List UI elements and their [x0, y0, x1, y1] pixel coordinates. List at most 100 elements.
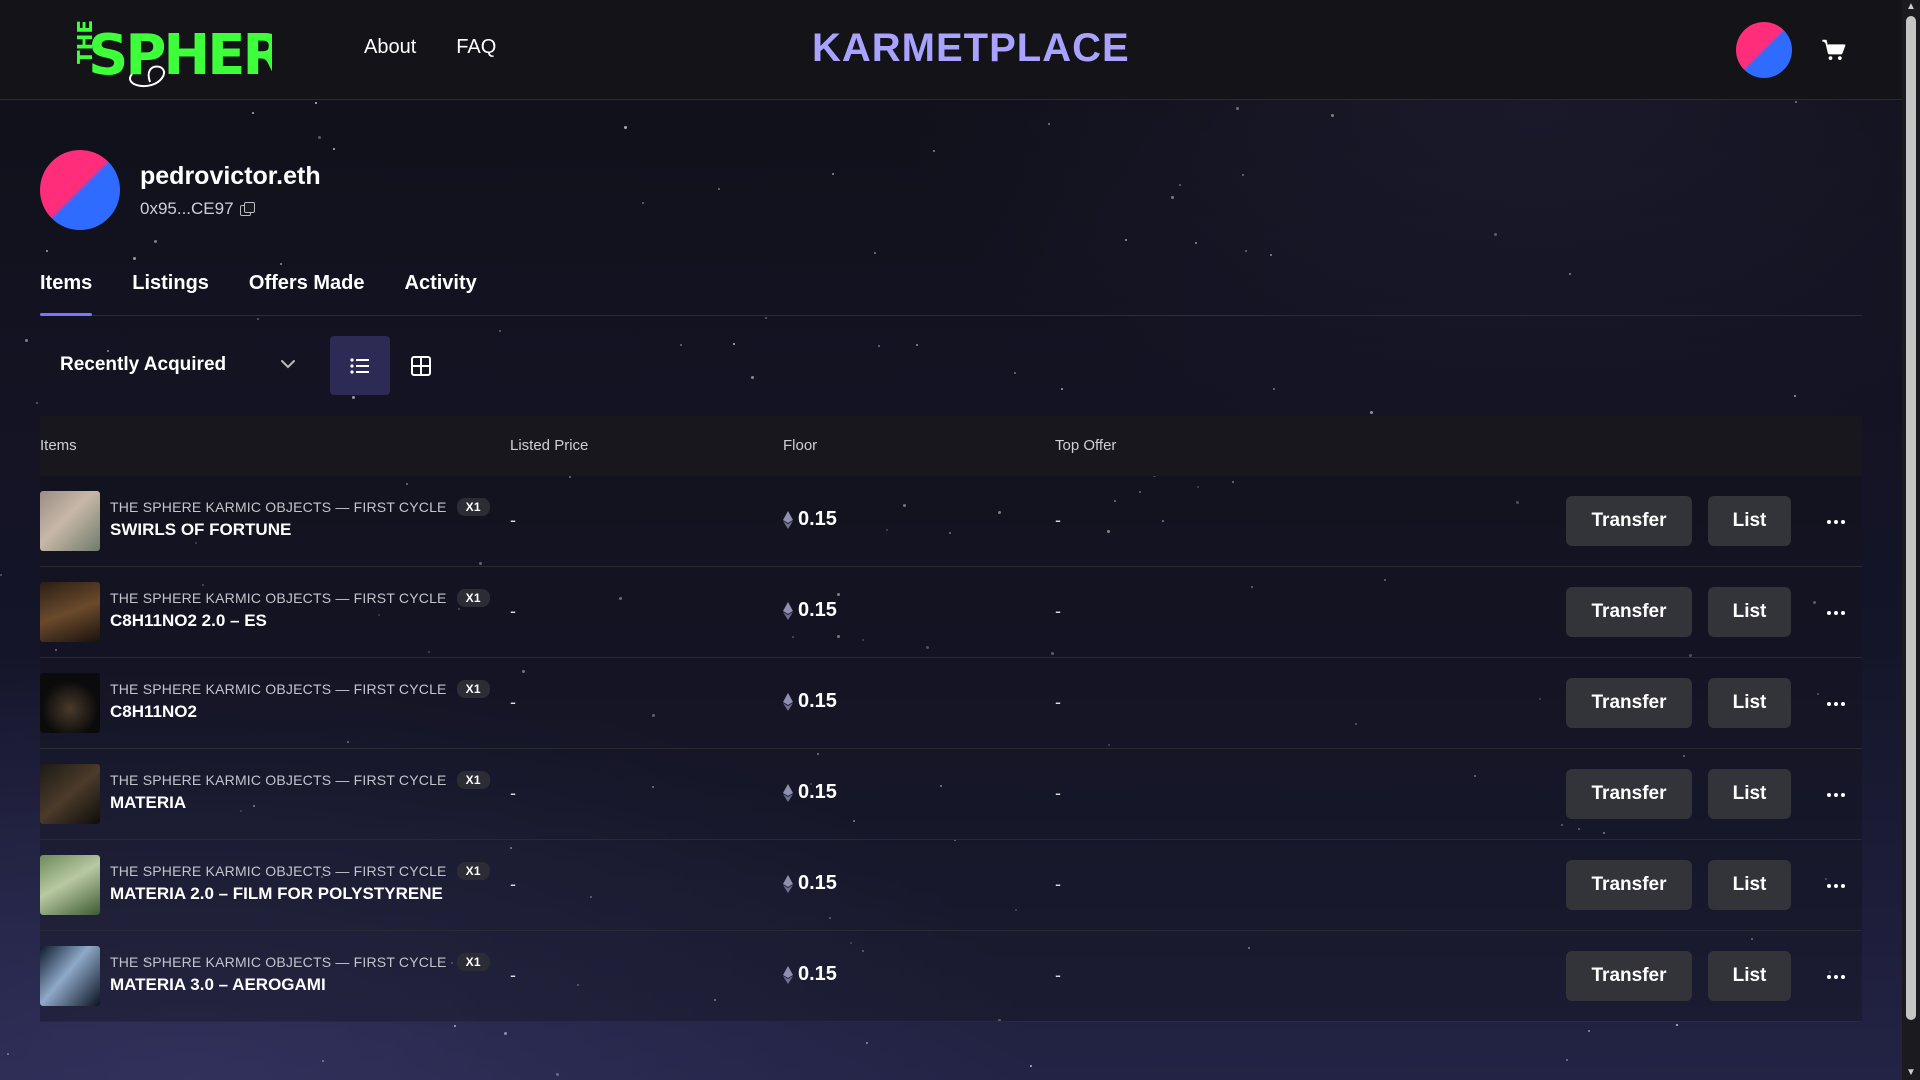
item-thumbnail[interactable] — [40, 673, 100, 733]
item-collection-name: THE SPHERE KARMIC OBJECTS — FIRST CYCLE — [110, 681, 447, 697]
list-button[interactable]: List — [1708, 769, 1791, 819]
item-collection: THE SPHERE KARMIC OBJECTS — FIRST CYCLE … — [110, 498, 490, 516]
wallet-address[interactable]: 0x95...CE97 — [140, 199, 321, 219]
profile-tabs: Items Listings Offers Made Activity — [40, 270, 1862, 316]
list-button[interactable]: List — [1708, 860, 1791, 910]
item-floor-value: 0.15 — [798, 508, 837, 530]
item-listed-price: - — [510, 874, 516, 894]
more-dots-icon[interactable] — [1824, 783, 1848, 807]
scroll-down-arrow-icon[interactable]: ▼ — [1906, 1068, 1916, 1078]
item-listed-price: - — [510, 783, 516, 803]
nav-about-link[interactable]: About — [364, 36, 416, 59]
sort-dropdown[interactable]: Recently Acquired — [40, 336, 310, 394]
transfer-button[interactable]: Transfer — [1566, 860, 1692, 910]
item-floor-price: 0.15 — [783, 781, 837, 804]
ethereum-icon — [783, 601, 793, 620]
item-quantity-badge: x1 — [456, 862, 490, 880]
table-row[interactable]: THE SPHERE KARMIC OBJECTS — FIRST CYCLE … — [40, 840, 1862, 931]
ethereum-icon — [783, 510, 793, 529]
item-top-offer: - — [1055, 601, 1061, 621]
item-title[interactable]: C8H11NO2 2.0 – ES — [110, 611, 267, 631]
table-row[interactable]: THE SPHERE KARMIC OBJECTS — FIRST CYCLE … — [40, 567, 1862, 658]
page-scrollbar[interactable]: ▲ ▼ — [1902, 0, 1920, 1080]
item-quantity-badge: x1 — [456, 680, 490, 698]
profile-name: pedrovictor.eth — [140, 161, 321, 190]
transfer-button[interactable]: Transfer — [1566, 587, 1692, 637]
item-collection: THE SPHERE KARMIC OBJECTS — FIRST CYCLE … — [110, 771, 490, 789]
scrollbar-thumb[interactable] — [1906, 16, 1916, 1020]
table-row[interactable]: THE SPHERE KARMIC OBJECTS — FIRST CYCLE … — [40, 476, 1862, 567]
more-dots-icon[interactable] — [1824, 874, 1848, 898]
item-quantity-badge: x1 — [456, 498, 490, 516]
item-thumbnail[interactable] — [40, 855, 100, 915]
nav-faq-link[interactable]: FAQ — [456, 36, 496, 59]
shopping-cart-icon[interactable] — [1820, 36, 1848, 64]
item-listed-price: - — [510, 965, 516, 985]
top-nav: About FAQ — [364, 36, 496, 59]
more-dots-icon[interactable] — [1824, 601, 1848, 625]
scroll-up-arrow-icon[interactable]: ▲ — [1906, 2, 1916, 12]
column-header-top-offer: Top Offer — [1055, 437, 1117, 454]
item-floor-price: 0.15 — [783, 963, 837, 986]
transfer-button[interactable]: Transfer — [1566, 769, 1692, 819]
item-thumbnail[interactable] — [40, 946, 100, 1006]
item-title[interactable]: C8H11NO2 — [110, 702, 197, 722]
user-avatar-button[interactable] — [1736, 22, 1792, 78]
item-collection-name: THE SPHERE KARMIC OBJECTS — FIRST CYCLE — [110, 590, 447, 606]
tab-listings[interactable]: Listings — [132, 270, 209, 315]
wallet-address-text: 0x95...CE97 — [140, 198, 234, 218]
item-top-offer: - — [1055, 874, 1061, 894]
item-collection: THE SPHERE KARMIC OBJECTS — FIRST CYCLE … — [110, 589, 490, 607]
item-thumbnail[interactable] — [40, 582, 100, 642]
list-view-button[interactable] — [330, 336, 390, 395]
site-brand-title[interactable]: KARMETPLACE — [812, 26, 1130, 71]
table-row[interactable]: THE SPHERE KARMIC OBJECTS — FIRST CYCLE … — [40, 931, 1862, 1022]
item-floor-price: 0.15 — [783, 690, 837, 713]
profile-header: pedrovictor.eth 0x95...CE97 — [40, 150, 321, 230]
item-top-offer: - — [1055, 510, 1061, 530]
transfer-button[interactable]: Transfer — [1566, 951, 1692, 1001]
more-dots-icon[interactable] — [1824, 692, 1848, 716]
item-listed-price: - — [510, 601, 516, 621]
transfer-button[interactable]: Transfer — [1566, 496, 1692, 546]
item-collection-name: THE SPHERE KARMIC OBJECTS — FIRST CYCLE — [110, 499, 447, 515]
list-button[interactable]: List — [1708, 678, 1791, 728]
ethereum-icon — [783, 783, 793, 802]
item-collection: THE SPHERE KARMIC OBJECTS — FIRST CYCLE … — [110, 953, 490, 971]
table-row[interactable]: THE SPHERE KARMIC OBJECTS — FIRST CYCLE … — [40, 749, 1862, 840]
item-top-offer: - — [1055, 965, 1061, 985]
item-top-offer: - — [1055, 783, 1061, 803]
transfer-button[interactable]: Transfer — [1566, 678, 1692, 728]
table-row[interactable]: THE SPHERE KARMIC OBJECTS — FIRST CYCLE … — [40, 658, 1862, 749]
item-collection-name: THE SPHERE KARMIC OBJECTS — FIRST CYCLE — [110, 863, 447, 879]
copy-icon[interactable] — [239, 201, 255, 216]
tab-offers-made[interactable]: Offers Made — [249, 270, 365, 315]
item-collection: THE SPHERE KARMIC OBJECTS — FIRST CYCLE … — [110, 862, 490, 880]
item-title[interactable]: MATERIA 2.0 – FILM FOR POLYSTYRENE — [110, 884, 443, 904]
item-floor-value: 0.15 — [798, 963, 837, 985]
tab-activity[interactable]: Activity — [405, 270, 477, 315]
item-title[interactable]: SWIRLS OF FORTUNE — [110, 520, 291, 540]
item-listed-price: - — [510, 510, 516, 530]
item-title[interactable]: MATERIA — [110, 793, 186, 813]
chevron-down-icon — [281, 360, 295, 369]
item-thumbnail[interactable] — [40, 764, 100, 824]
item-thumbnail[interactable] — [40, 491, 100, 551]
tab-items[interactable]: Items — [40, 270, 93, 316]
grid-view-button[interactable] — [391, 336, 451, 395]
list-view-icon — [350, 357, 369, 374]
list-button[interactable]: List — [1708, 587, 1791, 637]
more-dots-icon[interactable] — [1824, 510, 1848, 534]
top-header: THE SPHERE About FAQ KARMETPLACE — [0, 0, 1902, 100]
item-title[interactable]: MATERIA 3.0 – AEROGAMI — [110, 975, 326, 995]
items-table-header: Items Listed Price Floor Top Offer — [40, 416, 1862, 476]
items-table-body: THE SPHERE KARMIC OBJECTS — FIRST CYCLE … — [40, 476, 1862, 1022]
item-floor-value: 0.15 — [798, 690, 837, 712]
item-quantity-badge: x1 — [456, 589, 490, 607]
item-collection-name: THE SPHERE KARMIC OBJECTS — FIRST CYCLE — [110, 772, 447, 788]
list-button[interactable]: List — [1708, 951, 1791, 1001]
list-button[interactable]: List — [1708, 496, 1791, 546]
column-header-listed-price: Listed Price — [510, 437, 589, 454]
the-sphere-logo[interactable]: THE SPHERE — [62, 12, 272, 88]
more-dots-icon[interactable] — [1824, 965, 1848, 989]
